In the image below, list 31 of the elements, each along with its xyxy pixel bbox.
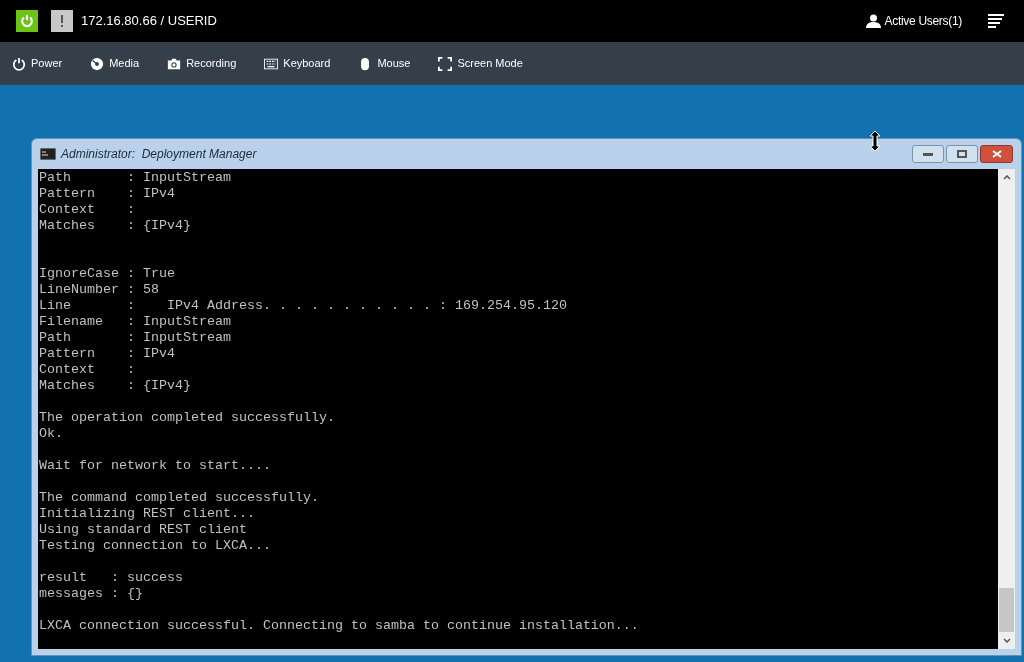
console-line: Path : InputStream <box>39 170 232 186</box>
console-line: Context : <box>39 362 136 378</box>
console-line: Testing connection to LXCA... <box>39 538 272 554</box>
console-line: Pattern : IPv4 <box>39 186 176 202</box>
console-line: messages : {} <box>39 586 144 602</box>
console-line: Using standard REST client <box>39 522 248 538</box>
active-users-button[interactable]: Active Users(1) <box>866 12 962 30</box>
console-line: LXCA connection successful. Connecting to samba to continue installation... <box>39 618 640 634</box>
console-line: Wait for network to start.... <box>39 458 272 474</box>
toolbar-button[interactable]: Screen Mode <box>438 55 523 72</box>
toolbar-button[interactable]: Power <box>12 55 63 72</box>
console-line: Context : <box>39 202 136 218</box>
console-line: Line : IPv4 Address. . . . . . . . . . . : 169.254.95.120 <box>39 298 568 314</box>
toolbar-button[interactable]: Media <box>90 55 140 72</box>
console-line: The command completed successfully. <box>39 490 320 506</box>
toolbar-button[interactable]: Recording <box>167 55 237 72</box>
console-line: Filename : InputStream <box>39 314 232 330</box>
console-line: Ok. <box>39 426 64 442</box>
toolbar-button[interactable]: Mouse <box>358 55 411 72</box>
toolbar-button[interactable]: Keyboard <box>264 55 331 72</box>
console-line: Pattern : IPv4 <box>39 346 176 362</box>
console-line: Initializing REST client... <box>39 506 256 522</box>
console-line: LineNumber : 58 <box>39 282 160 298</box>
console-line: Path : InputStream <box>39 330 232 346</box>
console-line: result : success <box>39 570 184 586</box>
window-title: Administrator: Deployment Manager <box>61 146 257 163</box>
server-address: 172.16.80.66 / USERID <box>81 12 217 31</box>
console-line: IgnoreCase : True <box>39 266 176 282</box>
console-line: Matches : {IPv4} <box>39 378 192 394</box>
console-line: The operation completed successfully. <box>39 410 336 426</box>
console-line: Matches : {IPv4} <box>39 218 192 234</box>
